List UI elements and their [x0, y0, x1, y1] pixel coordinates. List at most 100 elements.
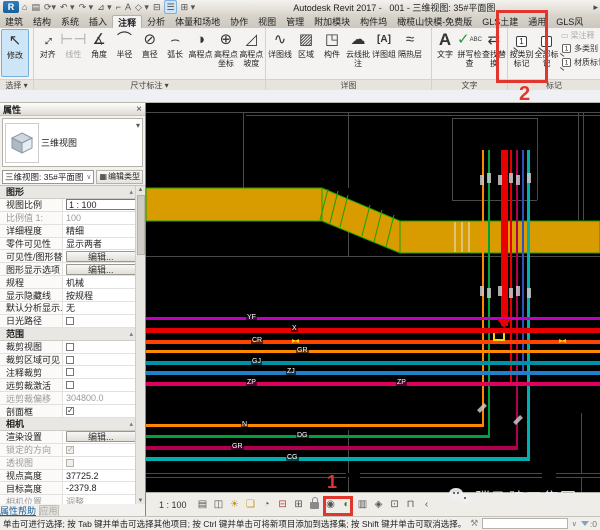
- chevron-down-icon[interactable]: ▾: [136, 121, 140, 130]
- pipe-n[interactable]: [146, 424, 484, 427]
- property-row-rendering-settings[interactable]: 渲染设置编辑...: [0, 431, 145, 444]
- pipe-gr2[interactable]: [146, 446, 518, 450]
- riser-pipe[interactable]: [516, 150, 518, 446]
- pipe-tag[interactable]: [498, 175, 502, 185]
- diameter-dimension-button[interactable]: ⊘直径: [137, 29, 162, 59]
- tab-systems[interactable]: 系统: [56, 15, 84, 28]
- pipe-tag[interactable]: [527, 288, 531, 298]
- tab-addins[interactable]: 附加模块: [309, 15, 355, 28]
- visual-style-icon[interactable]: ◫: [214, 499, 224, 510]
- checkbox[interactable]: [66, 343, 74, 351]
- section-graphics[interactable]: 图形▴: [0, 186, 145, 199]
- spot-slope-button[interactable]: ◿高程点坡度: [239, 29, 264, 68]
- aligned-dimension-button[interactable]: ↔对齐: [35, 29, 60, 59]
- insulation-button[interactable]: ≈隔热层: [397, 29, 423, 59]
- worksets-icon[interactable]: ⚒: [470, 518, 478, 529]
- undo-icon[interactable]: ↶ ▾: [60, 1, 75, 13]
- text-icon[interactable]: A: [125, 1, 131, 13]
- tab-collaborate[interactable]: 协作: [225, 15, 253, 28]
- text-button[interactable]: A文字: [433, 29, 457, 59]
- pipe-label[interactable]: GJ: [251, 358, 262, 365]
- properties-scrollbar[interactable]: ▲▼: [135, 186, 145, 504]
- type-selector[interactable]: 三维视图 ▾: [2, 118, 143, 167]
- riser-pipe[interactable]: [510, 150, 512, 382]
- save-icon[interactable]: ▤: [31, 1, 40, 13]
- component-button[interactable]: ◳构件: [319, 29, 345, 59]
- tab-view[interactable]: 视图: [253, 15, 281, 28]
- checkbox[interactable]: [66, 356, 74, 364]
- dimension-icon[interactable]: ⌐: [116, 1, 121, 13]
- pipe-label[interactable]: ZP: [396, 379, 407, 386]
- pipe-tag[interactable]: [516, 175, 520, 185]
- pipe-tag[interactable]: [487, 173, 491, 183]
- pipe-gr[interactable]: [146, 350, 600, 353]
- view-scale-input[interactable]: 1 : 100: [66, 199, 139, 210]
- riser-pipe[interactable]: [527, 150, 530, 457]
- show-analytical-model-icon[interactable]: ◈: [374, 499, 384, 510]
- section-icon[interactable]: ⊟: [153, 1, 161, 13]
- checkbox[interactable]: [66, 317, 74, 325]
- detail-level-icon[interactable]: ▤: [198, 499, 208, 510]
- tab-annotate[interactable]: 注释: [112, 15, 142, 28]
- riser-pipe[interactable]: [522, 150, 524, 371]
- angular-dimension-button[interactable]: ∡角度: [86, 29, 111, 59]
- pipe-gj[interactable]: [146, 361, 600, 365]
- panel-label-detail[interactable]: 详图: [266, 79, 431, 90]
- shadows-icon[interactable]: ❏: [246, 499, 256, 510]
- tab-massing-site[interactable]: 体量和场地: [170, 15, 225, 28]
- detail-line-button[interactable]: ∿详图线: [267, 29, 293, 59]
- lock-3d-view-icon[interactable]: [310, 497, 320, 512]
- property-row-sun-path[interactable]: 日光路径: [0, 315, 145, 328]
- section-extents[interactable]: 范围▴: [0, 328, 145, 341]
- arc-length-button[interactable]: ⌢弧长: [163, 29, 188, 59]
- pipe-label[interactable]: CG: [286, 454, 299, 461]
- sun-path-icon[interactable]: ☀: [230, 499, 240, 510]
- property-row-analysis-display[interactable]: 默认分析显示...无: [0, 302, 145, 315]
- riser-pipe[interactable]: [501, 150, 508, 326]
- revision-cloud-button[interactable]: ☁云线批注: [345, 29, 371, 68]
- spot-elevation-button[interactable]: ◑高程点: [188, 29, 213, 59]
- pipe-cg[interactable]: [146, 457, 530, 461]
- pipe-label[interactable]: GR: [231, 443, 244, 450]
- pipe-label[interactable]: ZJ: [286, 368, 296, 375]
- pipe-tag[interactable]: [516, 286, 520, 296]
- property-row-crop-view[interactable]: 裁剪视图: [0, 341, 145, 354]
- scroll-up-icon[interactable]: ▲: [138, 187, 144, 193]
- section-camera[interactable]: 相机▴: [0, 418, 145, 431]
- pipe-zj[interactable]: [146, 371, 600, 375]
- open-icon[interactable]: ⌂: [22, 1, 27, 13]
- detail-group-button[interactable]: [A]详图组: [371, 29, 397, 59]
- tab-structure[interactable]: 结构: [28, 15, 56, 28]
- drawing-area[interactable]: YF X CR GR GJ ZJ ZP ZP N DG GR CG: [146, 103, 600, 492]
- scroll-thumb[interactable]: [137, 195, 145, 255]
- property-row-annotation-crop[interactable]: 注释裁剪: [0, 366, 145, 379]
- tab-architecture[interactable]: 建筑: [0, 15, 28, 28]
- tab-component-hub[interactable]: 构件坞: [355, 15, 392, 28]
- pipe-zp[interactable]: [146, 382, 600, 386]
- pipe-tag[interactable]: [527, 173, 531, 183]
- tab-gls-duct[interactable]: GLS风: [551, 15, 588, 28]
- tab-insert[interactable]: 插入: [84, 15, 112, 28]
- pipe-label[interactable]: N: [241, 421, 248, 428]
- pipe-tag[interactable]: [498, 286, 502, 296]
- modify-button[interactable]: ↖ 修改: [1, 29, 29, 77]
- valve-bracket[interactable]: [493, 333, 505, 341]
- pipe-dg[interactable]: [146, 435, 490, 438]
- pipe-tag[interactable]: [480, 286, 484, 296]
- instance-selector[interactable]: 三维视图: 35#平面图∨: [2, 170, 94, 184]
- pipe-tag[interactable]: [509, 288, 513, 298]
- measure-icon[interactable]: ⊿ ▾: [97, 1, 112, 13]
- property-row-show-hidden-lines[interactable]: 显示隐藏线按规程: [0, 289, 145, 302]
- chevron-down-icon[interactable]: ∨: [572, 520, 577, 528]
- pipe-label[interactable]: GR: [296, 347, 309, 354]
- property-row-far-clip-active[interactable]: 远剪裁激活: [0, 379, 145, 392]
- region-button[interactable]: ▨区域: [293, 29, 319, 59]
- default-3d-view-icon[interactable]: ◇ ▾: [135, 1, 149, 13]
- pipe-x[interactable]: [146, 328, 600, 333]
- pipe-label[interactable]: X: [291, 325, 298, 332]
- close-icon[interactable]: ×: [136, 104, 142, 115]
- tab-manage[interactable]: 管理: [281, 15, 309, 28]
- worksharing-display-icon[interactable]: ⊓: [406, 499, 416, 510]
- radial-dimension-button[interactable]: ⌒半径: [112, 29, 137, 59]
- property-row-graphic-display[interactable]: 图形显示选项编辑...: [0, 263, 145, 276]
